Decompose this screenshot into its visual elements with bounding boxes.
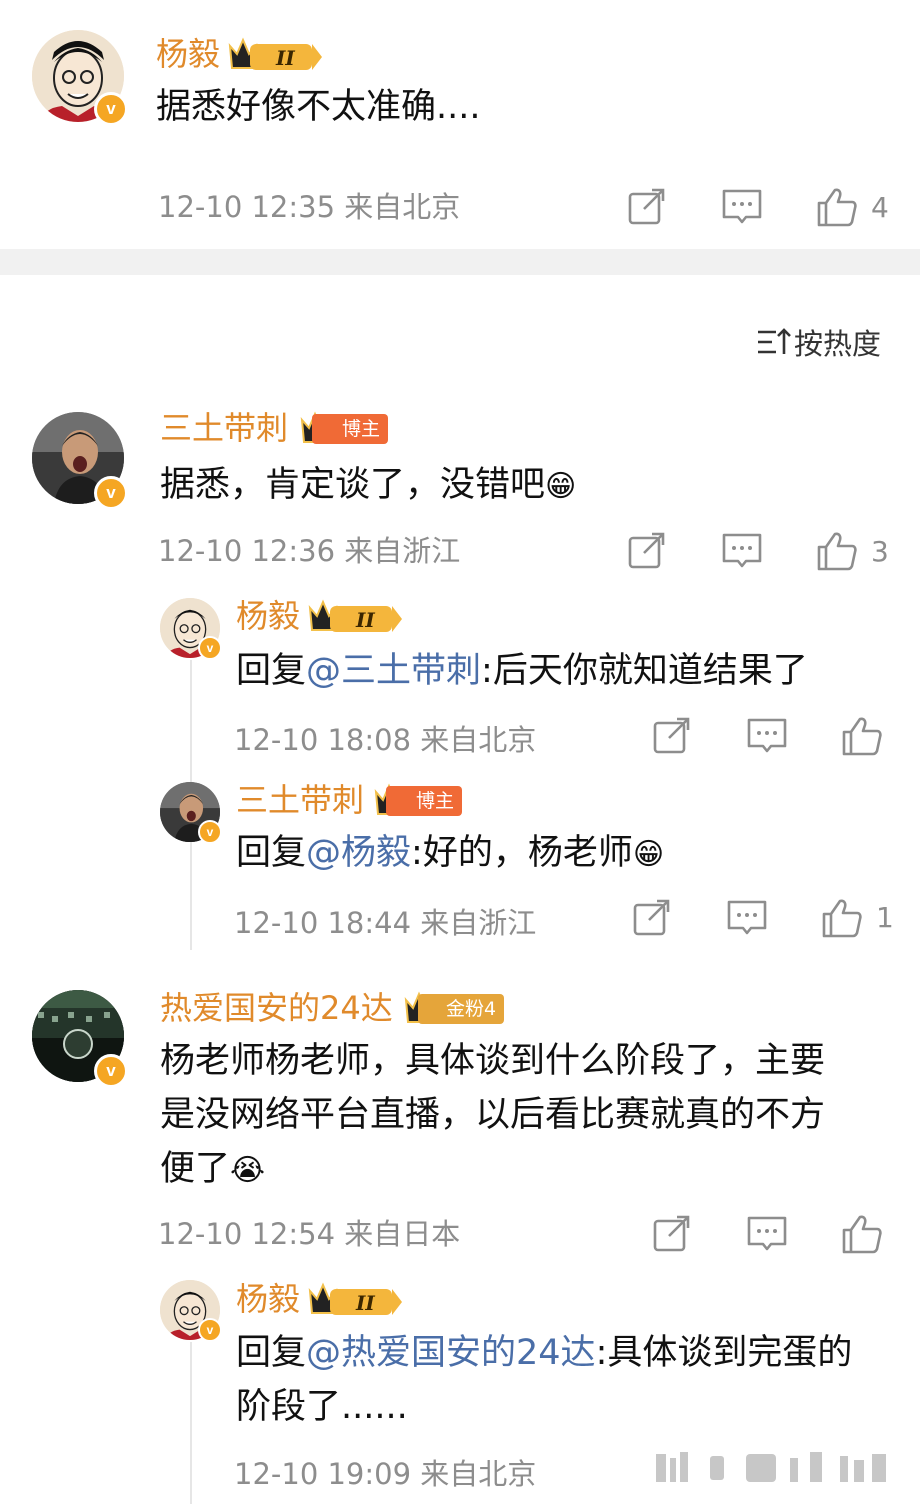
comment-meta: 12-10 12:54 来自日本	[158, 1216, 460, 1252]
comment-icon[interactable]	[725, 896, 769, 940]
verified-badge-icon: v	[94, 92, 128, 126]
comment-icon[interactable]	[720, 185, 764, 229]
verified-badge-icon: v	[198, 1318, 222, 1342]
section-divider	[0, 249, 920, 275]
crown-badge-icon	[309, 1284, 403, 1316]
share-icon[interactable]	[625, 185, 669, 229]
like-icon[interactable]	[820, 896, 864, 940]
reply-meta: 12-10 18:08 来自北京	[234, 722, 536, 758]
reply-location: 来自浙江	[420, 906, 537, 940]
verified-badge-icon: v	[198, 636, 222, 660]
comment-icon[interactable]	[720, 529, 764, 573]
comment-author[interactable]: 三土带刺	[160, 408, 288, 448]
reply-meta: 12-10 18:44 来自浙江	[234, 905, 536, 941]
comment-location: 来自浙江	[344, 534, 461, 568]
comment-text-line: 杨老师杨老师，具体谈到什么阶段了，主要	[160, 1041, 826, 1081]
reply-author[interactable]: 杨毅	[236, 1279, 300, 1319]
grin-emoji-icon: 😁	[545, 469, 577, 504]
thread-line	[190, 1342, 192, 1504]
avatar[interactable]: v	[160, 598, 222, 660]
sort-label: 按热度	[794, 327, 882, 361]
comment-text: 据悉，肯定谈了，没错吧😁	[160, 458, 576, 514]
reply-location: 来自北京	[420, 723, 537, 757]
comment-time: 12-10 12:35	[158, 190, 336, 224]
avatar[interactable]: v	[32, 30, 128, 126]
fan-level-tag: 金粉4	[418, 994, 505, 1024]
mention-link[interactable]: @杨毅	[306, 833, 411, 873]
comment-time: 12-10 12:36	[158, 534, 336, 568]
reply-author[interactable]: 杨毅	[236, 596, 300, 636]
like-count: 4	[871, 191, 889, 224]
comment-text-line: 是没网络平台直播，以后看比赛就真的不方	[160, 1095, 826, 1135]
watermark	[650, 1448, 900, 1488]
reply-prefix: 回复	[236, 651, 307, 691]
share-icon[interactable]	[630, 896, 674, 940]
share-icon[interactable]	[650, 714, 694, 758]
comment-meta: 12-10 12:35 来自北京	[158, 189, 460, 225]
mention-link[interactable]: @三土带刺	[306, 651, 481, 691]
like-icon[interactable]	[815, 185, 859, 229]
reply-body: :好的，杨老师	[411, 833, 633, 873]
grin-emoji-icon: 😁	[632, 837, 665, 872]
crown-badge-icon	[309, 601, 403, 633]
like-icon[interactable]	[815, 529, 859, 573]
like-count: 1	[876, 901, 894, 934]
verified-badge-icon: v	[198, 820, 222, 844]
reply-body: :后天你就知道结果了	[481, 651, 808, 691]
verified-badge-icon: v	[94, 1054, 128, 1088]
comment-text: 便了😭	[160, 1142, 265, 1198]
comment-location: 来自日本	[344, 1217, 461, 1251]
comment-text-content: 据悉，肯定谈了，没错吧	[160, 465, 546, 505]
sort-control[interactable]: 按热度	[756, 320, 881, 364]
comment-author[interactable]: 杨毅	[156, 34, 220, 74]
blogger-tag: 博主	[312, 414, 389, 444]
reply-text: 回复@热爱国安的24达:具体谈到完蛋的	[236, 1326, 852, 1380]
reply-text: 回复@三土带刺:后天你就知道结果了	[236, 644, 808, 698]
reply-text: 回复@杨毅:好的，杨老师😁	[236, 826, 664, 882]
share-icon[interactable]	[650, 1212, 694, 1256]
blogger-tag: 博主	[386, 786, 463, 816]
crown-badge-icon	[229, 39, 323, 71]
avatar[interactable]: v	[32, 412, 128, 510]
watermark-icon	[656, 1452, 886, 1482]
avatar[interactable]: v	[160, 782, 222, 844]
comment-location: 来自北京	[344, 190, 461, 224]
mention-link[interactable]: @热爱国安的24达	[306, 1333, 596, 1373]
like-icon[interactable]	[840, 714, 884, 758]
like-count: 3	[871, 535, 889, 568]
comment-time: 12-10 12:54	[158, 1217, 336, 1251]
reply-prefix: 回复	[236, 1333, 307, 1373]
share-icon[interactable]	[625, 529, 669, 573]
comment-icon[interactable]	[745, 1212, 789, 1256]
avatar[interactable]: v	[160, 1280, 222, 1342]
verified-badge-icon: v	[94, 476, 128, 510]
reply-meta: 12-10 19:09 来自北京	[234, 1456, 536, 1492]
reply-time: 12-10 18:08	[234, 723, 412, 757]
sort-icon	[758, 328, 791, 354]
comment-text: 据悉好像不太准确....	[156, 87, 481, 127]
reply-prefix: 回复	[236, 833, 307, 873]
like-icon[interactable]	[840, 1212, 884, 1256]
reply-time: 12-10 18:44	[234, 906, 412, 940]
reply-body: :具体谈到完蛋的	[595, 1333, 853, 1373]
comment-meta: 12-10 12:36 来自浙江	[158, 533, 460, 569]
reply-time: 12-10 19:09	[234, 1457, 412, 1491]
comment-text-line: 便了	[160, 1149, 231, 1189]
reply-location: 来自北京	[420, 1457, 537, 1491]
comment-author[interactable]: 热爱国安的24达	[160, 988, 393, 1028]
reply-text-line: 阶段了......	[236, 1387, 408, 1427]
reply-author[interactable]: 三土带刺	[236, 780, 364, 820]
avatar[interactable]: v	[32, 990, 128, 1088]
cry-emoji-icon: 😭	[230, 1153, 266, 1188]
comment-icon[interactable]	[745, 714, 789, 758]
